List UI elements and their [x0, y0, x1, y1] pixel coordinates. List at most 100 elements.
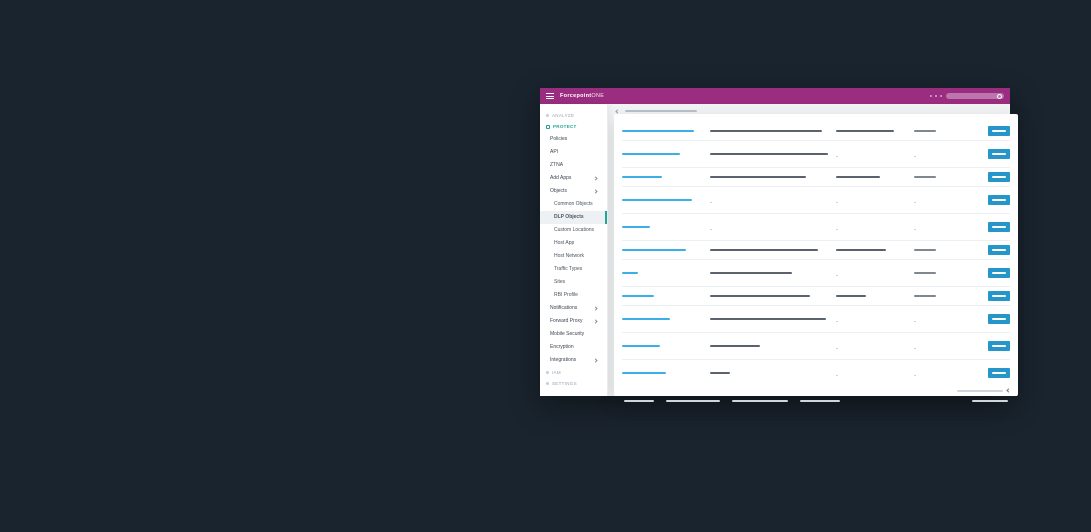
row-detail: [710, 176, 806, 178]
chevron-right-icon: [593, 189, 597, 193]
row-status: [914, 295, 936, 297]
nav-section-settings[interactable]: SETTINGS: [540, 378, 607, 389]
row-meta: [836, 295, 866, 297]
breadcrumb-text: [625, 110, 697, 112]
table-row: [622, 241, 1010, 260]
chevron-right-icon: [593, 358, 597, 362]
panel-footer: [622, 386, 1010, 392]
nav-policies[interactable]: Policies: [540, 133, 607, 146]
nav-objects[interactable]: Objects: [540, 185, 607, 198]
cell-empty: -: [914, 154, 916, 160]
nav-mobile-security[interactable]: Mobile Security: [540, 328, 607, 341]
nav-section-protect[interactable]: PROTECT: [540, 121, 607, 132]
row-detail: [710, 153, 828, 155]
table-row: [622, 168, 1010, 187]
cell-empty: -: [836, 373, 838, 379]
cell-empty: -: [836, 346, 838, 352]
sidebar: ANALYZE PROTECT Policies API ZTNA Add Ap…: [540, 104, 608, 396]
row-action-button[interactable]: [988, 268, 1010, 278]
nav-api[interactable]: API: [540, 146, 607, 159]
nav-section-analyze[interactable]: ANALYZE: [540, 110, 607, 121]
menu-icon[interactable]: [546, 93, 554, 99]
chevron-right-icon: [593, 306, 597, 310]
chevron-left-icon[interactable]: [615, 109, 619, 113]
row-action-button[interactable]: [988, 291, 1010, 301]
row-detail: [710, 372, 730, 374]
nav-encryption[interactable]: Encryption: [540, 341, 607, 354]
nav-section-iam[interactable]: IAM: [540, 367, 607, 378]
row-action-button[interactable]: [988, 314, 1010, 324]
nav-custom-locations[interactable]: Custom Locations: [540, 224, 607, 237]
row-name[interactable]: [622, 153, 680, 156]
row-name[interactable]: [622, 226, 650, 229]
chevron-left-icon[interactable]: [1006, 388, 1010, 392]
cell-empty: -: [836, 273, 838, 279]
nav-host-app[interactable]: Host App: [540, 237, 607, 250]
cell-empty: -: [914, 200, 916, 206]
topbar-actions[interactable]: [930, 95, 942, 97]
data-panel: ---------------: [614, 114, 1018, 396]
table-row: -: [622, 260, 1010, 287]
nav-rbi-profile[interactable]: RBI Profile: [540, 289, 607, 302]
table-row: --: [622, 333, 1010, 360]
row-name[interactable]: [622, 249, 686, 252]
chevron-right-icon: [593, 176, 597, 180]
cell-empty: -: [836, 227, 838, 233]
row-meta: [836, 130, 894, 132]
row-name[interactable]: [622, 372, 666, 375]
nav-integrations[interactable]: Integrations: [540, 354, 607, 367]
row-detail: [710, 130, 822, 132]
nav-sites[interactable]: Sites: [540, 276, 607, 289]
cell-empty: -: [914, 319, 916, 325]
data-table: ---------------: [622, 122, 1010, 386]
nav-common-objects[interactable]: Common Objects: [540, 198, 607, 211]
row-action-button[interactable]: [988, 195, 1010, 205]
nav-dlp-objects[interactable]: DLP Objects: [540, 211, 607, 224]
table-row: [622, 122, 1010, 141]
row-meta: [836, 249, 886, 251]
row-name[interactable]: [622, 199, 692, 202]
cell-empty: -: [710, 227, 712, 233]
row-name[interactable]: [622, 272, 638, 275]
row-status: [914, 249, 936, 251]
row-meta: [836, 176, 880, 178]
cell-empty: -: [836, 154, 838, 160]
topbar: ForcepointONE: [540, 88, 1010, 104]
row-action-button[interactable]: [988, 341, 1010, 351]
cell-empty: -: [710, 200, 712, 206]
row-name[interactable]: [622, 345, 660, 348]
nav-notifications[interactable]: Notifications: [540, 302, 607, 315]
table-row: ---: [622, 214, 1010, 241]
table-row: [622, 287, 1010, 306]
nav-host-network[interactable]: Host Network: [540, 250, 607, 263]
row-action-button[interactable]: [988, 222, 1010, 232]
row-name[interactable]: [622, 176, 662, 179]
nav-traffic-types[interactable]: Traffic Types: [540, 263, 607, 276]
row-name[interactable]: [622, 318, 670, 321]
row-status: [914, 272, 936, 274]
row-status: [914, 130, 936, 132]
nav-ztna[interactable]: ZTNA: [540, 159, 607, 172]
cell-empty: -: [914, 227, 916, 233]
chevron-right-icon: [593, 319, 597, 323]
page-footer: [614, 394, 1018, 408]
row-action-button[interactable]: [988, 126, 1010, 136]
row-name[interactable]: [622, 295, 654, 298]
row-name[interactable]: [622, 130, 694, 133]
row-action-button[interactable]: [988, 245, 1010, 255]
row-action-button[interactable]: [988, 368, 1010, 378]
topbar-right: [930, 93, 1004, 99]
table-row: --: [622, 141, 1010, 168]
row-detail: [710, 295, 810, 297]
search-input[interactable]: [946, 93, 1004, 99]
nav-add-apps[interactable]: Add Apps: [540, 172, 607, 185]
cell-empty: -: [836, 319, 838, 325]
nav-forward-proxy[interactable]: Forward Proxy: [540, 315, 607, 328]
brand-logo: ForcepointONE: [560, 93, 604, 99]
cell-empty: -: [836, 200, 838, 206]
row-detail: [710, 345, 760, 347]
row-action-button[interactable]: [988, 149, 1010, 159]
row-action-button[interactable]: [988, 172, 1010, 182]
row-detail: [710, 272, 792, 274]
table-row: --: [622, 306, 1010, 333]
